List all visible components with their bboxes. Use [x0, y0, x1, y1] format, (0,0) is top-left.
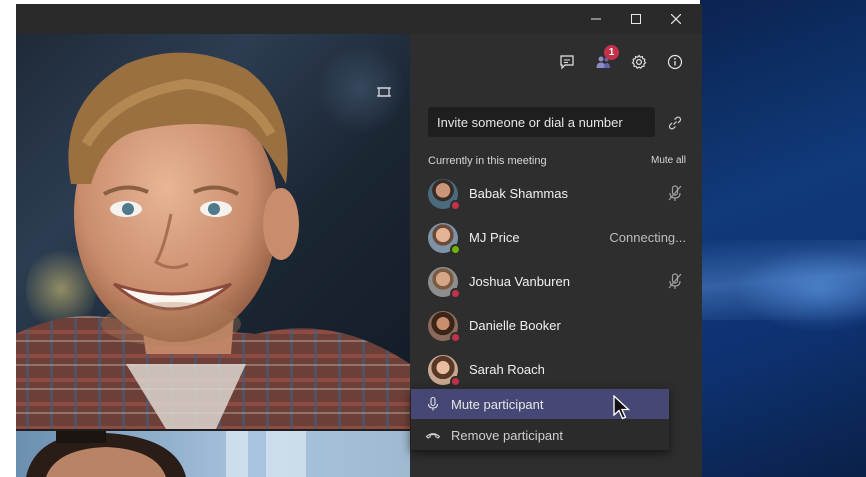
section-label: Currently in this meeting [428, 155, 547, 167]
remove-participant-menu-item[interactable]: Remove participant [411, 420, 669, 450]
participant-row[interactable]: Babak Shammas [410, 172, 702, 216]
mic-off-icon [668, 273, 682, 289]
fullscreen-button[interactable] [372, 80, 396, 104]
secondary-video-feed [16, 431, 410, 477]
participant-row[interactable]: Danielle Booker [410, 304, 702, 348]
invite-input[interactable] [428, 107, 655, 137]
participant-video-image [16, 52, 410, 429]
title-bar [16, 4, 702, 34]
presence-busy-icon [450, 376, 461, 387]
participants-count-badge: 1 [604, 45, 619, 60]
menu-item-label: Remove participant [451, 428, 563, 443]
close-icon [671, 14, 681, 24]
settings-icon [631, 54, 647, 69]
presence-busy-icon [450, 200, 461, 211]
participant-name: Sarah Roach [469, 362, 545, 377]
main-video-feed [16, 34, 410, 429]
participant-row[interactable]: Joshua Vanburen [410, 260, 702, 304]
settings-button[interactable] [627, 50, 651, 74]
participant-row[interactable]: MJ Price Connecting... [410, 216, 702, 260]
participants-button[interactable]: 1 [591, 45, 619, 74]
maximize-button[interactable] [616, 4, 656, 34]
participant-row[interactable]: Sarah Roach [410, 348, 702, 392]
mute-all-button[interactable]: Mute all [651, 155, 686, 166]
mouse-cursor-icon [613, 395, 631, 420]
minimize-button[interactable] [576, 4, 616, 34]
close-button[interactable] [656, 4, 696, 34]
presence-available-icon [450, 244, 461, 255]
participant-name: Danielle Booker [469, 318, 561, 333]
chat-button[interactable] [555, 50, 579, 74]
microphone-icon [427, 396, 439, 411]
minimize-icon [591, 18, 601, 20]
chat-icon [560, 55, 574, 70]
desktop-wallpaper [700, 0, 866, 477]
info-button[interactable] [663, 50, 687, 74]
screen: 1 Invite someone or dial a number Curren… [0, 0, 866, 477]
connection-status: Connecting... [609, 230, 686, 245]
link-icon [668, 116, 682, 130]
mic-off-icon [668, 185, 682, 201]
hang-up-icon [425, 433, 441, 439]
participant-name: Joshua Vanburen [469, 274, 570, 289]
presence-busy-icon [450, 332, 461, 343]
menu-item-label: Mute participant [451, 397, 544, 412]
fullscreen-icon [377, 87, 391, 97]
presence-busy-icon [450, 288, 461, 299]
share-link-button[interactable] [664, 112, 686, 134]
info-icon [667, 54, 683, 70]
participant-name: MJ Price [469, 230, 520, 245]
participant-name: Babak Shammas [469, 186, 568, 201]
maximize-icon [631, 14, 641, 24]
